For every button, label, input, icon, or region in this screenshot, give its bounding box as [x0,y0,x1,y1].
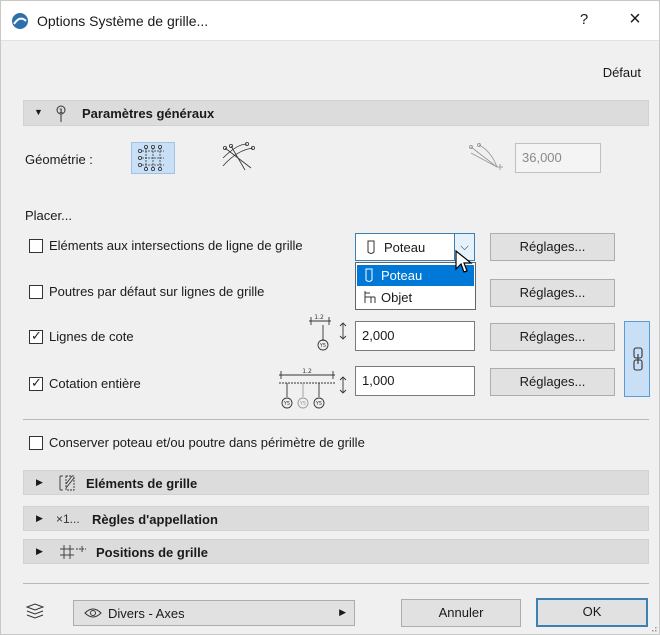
naming-icon: ×1... [56,512,80,526]
keep-perimeter-row: Conserver poteau et/ou poutre dans périm… [29,435,469,455]
ok-button[interactable]: OK [536,598,648,627]
intersections-row: Eléments aux intersections de ligne de g… [29,238,349,258]
beams-checkbox[interactable] [29,285,43,299]
general-settings-header[interactable]: ▼ 1 Paramètres généraux [23,100,649,126]
close-button[interactable]: × [623,8,647,31]
app-icon [12,13,28,29]
mouse-cursor-icon [455,249,473,273]
rectangular-grid-button[interactable] [131,142,175,174]
svg-text:1: 1 [59,108,63,115]
grid-positions-section-header[interactable]: ▶ Positions de grille [23,539,649,564]
beams-row: Poutres par défaut sur lignes de grille [29,284,349,304]
grid-bubble-text: Y5 [315,401,322,407]
geometry-label: Géométrie : [25,152,93,167]
full-dimension-label: Cotation entière [49,376,141,391]
grid-system-options-dialog: Options Système de grille... ? × Défaut … [0,0,660,635]
beams-settings-button[interactable]: Réglages... [490,279,615,307]
column-icon [365,268,373,282]
grid-elements-title: Eléments de grille [86,476,198,491]
keep-perimeter-checkbox[interactable] [29,436,43,450]
layer-select[interactable]: Divers - Axes ▶ [73,600,355,626]
beams-label: Poutres par défaut sur lignes de grille [49,284,265,299]
grid-bubble-text: Y5 [283,401,290,407]
grid-elements-icon [59,475,75,491]
separator-line [23,583,649,584]
dimension-lines-settings-button[interactable]: Réglages... [490,323,615,351]
dimension-lines-offset-field[interactable]: 2,000 [355,321,475,351]
column-icon [367,240,375,254]
layers-icon [25,603,45,619]
keep-perimeter-label: Conserver poteau et/ou poutre dans périm… [49,435,365,450]
collapsed-triangle-icon: ▶ [36,546,43,556]
intersections-label: Eléments aux intersections de ligne de g… [49,238,303,253]
object-icon [364,291,376,303]
expanded-triangle-icon: ▼ [34,107,43,117]
dimension-icon-text: 1.2 [314,314,324,321]
title-bar: Options Système de grille... ? × [1,1,659,41]
dimension-lines-row: ✓ Lignes de cote [29,328,229,349]
grid-bubble-icon: 1 [56,105,66,122]
help-button[interactable]: ? [575,11,593,28]
naming-rules-section-header[interactable]: ▶ ×1... Règles d'appellation [23,506,649,531]
dimension-lines-label: Lignes de cote [49,329,134,344]
grid-bubble-text: Y5 [299,401,306,407]
place-heading: Placer... [25,208,72,223]
dimension-line-icon: 1.2 Y5 [309,314,347,351]
grid-bubble-text: Y5 [319,343,326,349]
dimension-lines-checkbox[interactable]: ✓ [29,328,43,344]
link-values-button[interactable] [624,321,650,397]
dropdown-option-label: Poteau [381,268,423,283]
angle-field[interactable]: 36,000 [515,143,601,173]
dropdown-option-label: Objet [381,290,413,305]
separator-line [23,419,649,420]
chain-link-icon [633,347,643,371]
element-type-value: Poteau [384,240,426,255]
rectangular-grid-icon [138,145,164,171]
angle-icon [469,143,503,170]
radial-grid-icon [222,141,256,171]
general-settings-title: Paramètres généraux [82,106,215,121]
intersections-checkbox[interactable] [29,239,43,253]
grid-positions-icon [60,545,86,559]
intersections-settings-button[interactable]: Réglages... [490,233,615,261]
grid-positions-title: Positions de grille [96,545,208,560]
resize-grip-icon[interactable] [647,622,657,632]
full-dimension-offset-field[interactable]: 1,000 [355,366,475,396]
collapsed-triangle-icon: ▶ [36,477,43,487]
eye-icon [84,608,102,618]
cancel-button[interactable]: Annuler [401,599,521,627]
radial-grid-button[interactable] [217,141,261,174]
full-dimension-checkbox[interactable]: ✓ [29,375,43,391]
dropdown-option-object[interactable]: Objet [357,287,474,308]
collapsed-triangle-icon: ▶ [36,513,43,523]
layer-name: Divers - Axes [108,606,185,621]
full-dimension-row: ✓ Cotation entière [29,375,229,396]
full-dimension-icon-text: 1.2 [302,368,312,375]
full-dimension-settings-button[interactable]: Réglages... [490,368,615,396]
grid-elements-section-header[interactable]: ▶ Eléments de grille [23,470,649,495]
window-title: Options Système de grille... [37,13,209,29]
naming-rules-title: Règles d'appellation [92,512,218,527]
default-button[interactable]: Défaut [603,65,641,80]
chevron-right-icon: ▶ [339,607,346,617]
full-dimension-icon: 1.2 Y5 Y5 Y5 [279,368,347,409]
